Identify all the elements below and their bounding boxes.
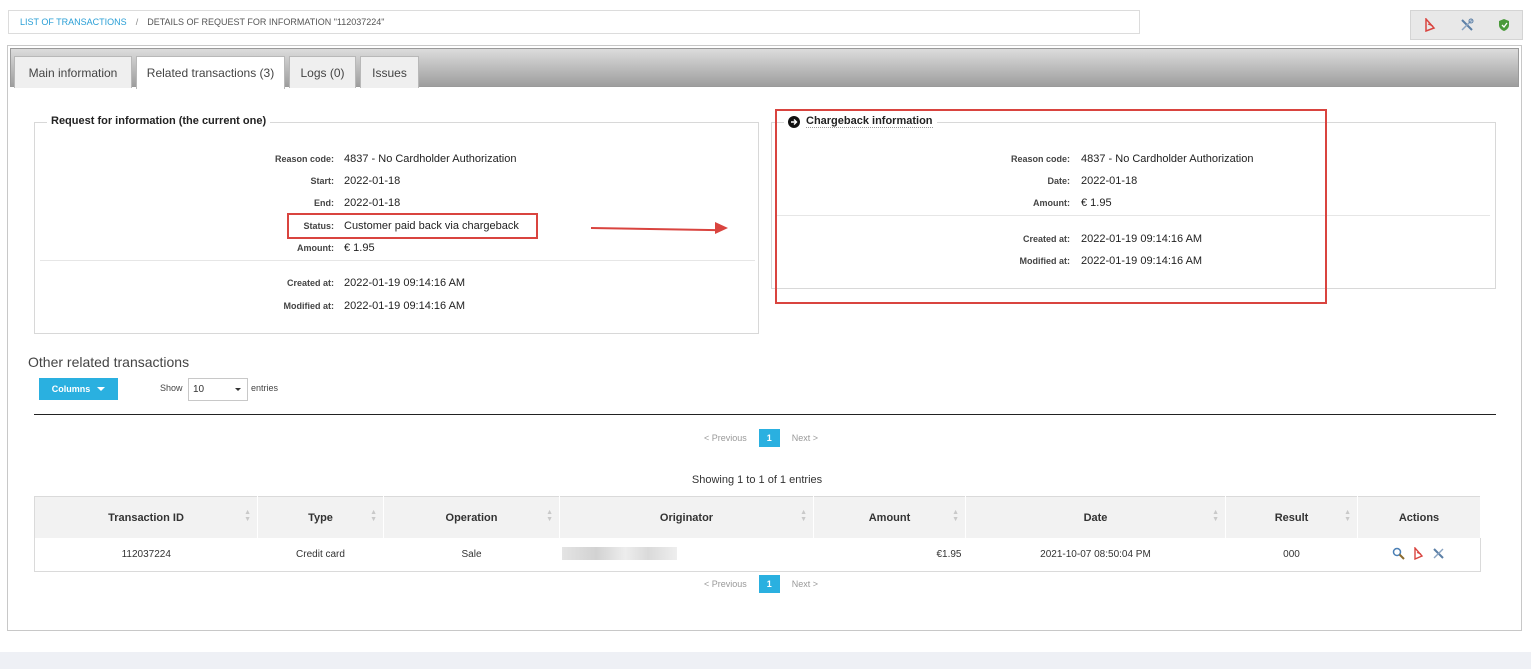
column-header-amount[interactable]: Amount ▲ ▼: [813, 496, 966, 538]
shield-icon[interactable]: [1489, 12, 1519, 38]
column-header-type[interactable]: Type ▲ ▼: [257, 496, 384, 538]
column-header-actions: Actions: [1357, 496, 1481, 538]
top-action-toolbar: [1410, 10, 1523, 40]
tab-bar: Main information Related transactions (3…: [10, 48, 1519, 89]
tab-logs[interactable]: Logs (0): [289, 56, 356, 88]
tab-related-transactions[interactable]: Related transactions (3): [136, 56, 285, 89]
caret-down-icon: [235, 388, 241, 391]
redacted-originator: [561, 546, 677, 560]
field-value: 2022-01-18: [344, 175, 401, 187]
breadcrumb-current: DETAILS OF REQUEST FOR INFORMATION "1120…: [147, 17, 385, 27]
cell-originator: [560, 538, 814, 572]
breadcrumb-separator: /: [135, 17, 139, 27]
cell-date: 2021-10-07 08:50:04 PM: [1040, 549, 1151, 560]
header-label: Amount: [868, 511, 911, 524]
next-page-link[interactable]: Next >: [792, 433, 818, 443]
other-transactions-title: Other related transactions: [28, 354, 190, 370]
column-header-originator[interactable]: Originator ▲ ▼: [559, 496, 814, 538]
page-length-value: 10: [193, 384, 205, 395]
cell-operation: Sale: [461, 549, 482, 560]
field-label: Start:: [310, 176, 334, 186]
header-label: Date: [1083, 511, 1108, 524]
column-header-transaction-id[interactable]: Transaction ID ▲ ▼: [34, 496, 258, 538]
annotation-arrow-head: [715, 222, 728, 234]
pdf-icon[interactable]: [1415, 12, 1445, 38]
cell-result: 000: [1283, 549, 1300, 560]
field-label: Modified at:: [283, 301, 335, 311]
header-label: Transaction ID: [108, 511, 184, 524]
field-value: 2022-01-18: [344, 197, 401, 209]
breadcrumb-link[interactable]: LIST OF TRANSACTIONS: [20, 17, 127, 27]
table-top-rule: [34, 414, 1496, 415]
columns-button[interactable]: Columns: [39, 378, 118, 400]
field-label: Amount:: [297, 243, 334, 253]
show-label: Show: [160, 383, 183, 393]
column-header-result[interactable]: Result ▲ ▼: [1225, 496, 1358, 538]
table-row: 112037224 Credit card Sale €1.95 2021-10…: [35, 538, 1481, 572]
chargeback-highlight-box: [775, 109, 1327, 304]
sort-icon: ▲ ▼: [370, 509, 377, 523]
footer-strip: [0, 652, 1531, 669]
header-label: Type: [308, 511, 333, 524]
sort-icon: ▲ ▼: [546, 509, 553, 523]
next-page-link[interactable]: Next >: [792, 579, 818, 589]
cell-amount: €1.95: [936, 549, 962, 560]
caret-down-icon: [97, 387, 106, 391]
tab-issues[interactable]: Issues: [360, 56, 419, 88]
tools-icon[interactable]: [1432, 547, 1445, 563]
cell-type: Credit card: [296, 549, 345, 560]
sort-icon: ▲ ▼: [952, 509, 959, 523]
page-length-select[interactable]: 10: [188, 378, 248, 401]
field-value: 2022-01-19 09:14:16 AM: [344, 300, 466, 312]
header-label: Actions: [1398, 511, 1440, 524]
rfi-legend: Request for information (the current one…: [47, 115, 271, 127]
field-label: Created at:: [286, 278, 334, 288]
pagination-top: < Previous 1 Next >: [704, 428, 818, 447]
sort-icon: ▲ ▼: [244, 509, 251, 523]
columns-button-label: Columns: [51, 384, 91, 394]
breadcrumb: LIST OF TRANSACTIONS / DETAILS OF REQUES…: [8, 10, 1140, 34]
sort-icon: ▲ ▼: [800, 509, 807, 523]
rfi-divider: [40, 260, 755, 261]
search-icon[interactable]: [1392, 547, 1406, 563]
field-label: End:: [314, 198, 334, 208]
header-label: Result: [1274, 511, 1309, 524]
table-header-row: Transaction ID ▲ ▼ Type ▲ ▼ Operation ▲ ▼ Orig…: [34, 496, 1481, 538]
column-header-operation[interactable]: Operation ▲ ▼: [383, 496, 560, 538]
sort-icon: ▲ ▼: [1344, 509, 1351, 523]
tools-icon[interactable]: [1452, 12, 1482, 38]
pagination-bottom: < Previous 1 Next >: [704, 574, 818, 593]
cell-transaction-id: 112037224: [121, 549, 171, 560]
field-value: 4837 - No Cardholder Authorization: [344, 153, 517, 165]
tab-main-information[interactable]: Main information: [14, 56, 132, 88]
previous-page-link[interactable]: < Previous: [704, 579, 747, 589]
header-label: Operation: [445, 511, 498, 524]
field-value: 2022-01-19 09:14:16 AM: [344, 277, 466, 289]
related-transactions-table: Transaction ID ▲ ▼ Type ▲ ▼ Operation ▲ ▼ Orig…: [34, 496, 1481, 572]
cell-actions: [1358, 538, 1481, 572]
field-value: € 1.95: [344, 242, 375, 254]
field-label: Reason code:: [274, 154, 334, 164]
header-label: Originator: [659, 511, 714, 524]
page-1-button[interactable]: 1: [758, 428, 780, 447]
page-1-button[interactable]: 1: [758, 574, 780, 593]
entries-label: entries: [251, 383, 279, 393]
column-header-date[interactable]: Date ▲ ▼: [965, 496, 1226, 538]
showing-entries-info: Showing 1 to 1 of 1 entries: [691, 474, 823, 486]
status-highlight-box: [287, 213, 538, 239]
pdf-icon[interactable]: [1412, 545, 1425, 563]
previous-page-link[interactable]: < Previous: [704, 433, 747, 443]
sort-icon: ▲ ▼: [1212, 509, 1219, 523]
